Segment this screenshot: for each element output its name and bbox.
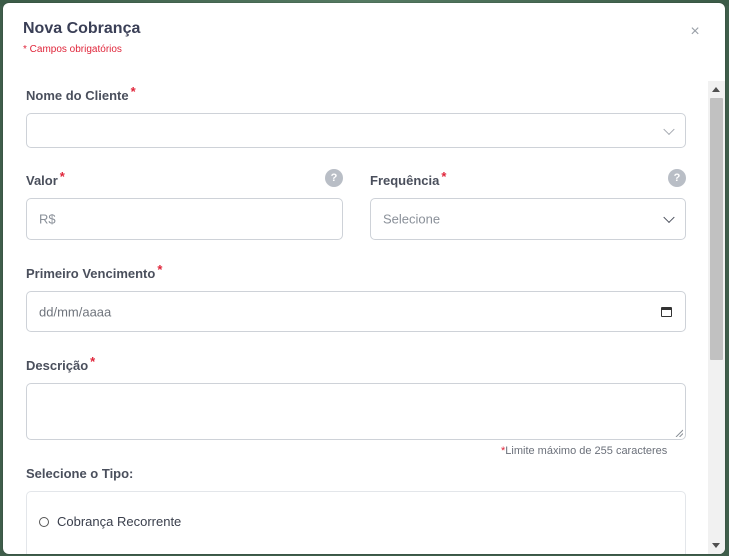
description-limit-text: Limite máximo de 255 caracteres	[505, 445, 668, 457]
client-name-label-text: Nome do Cliente	[26, 88, 129, 103]
client-name-select[interactable]	[26, 113, 686, 148]
modal-scrollbar[interactable]	[708, 81, 725, 554]
chevron-down-icon	[663, 211, 675, 224]
value-help-icon[interactable]: ?	[325, 169, 343, 187]
calendar-icon[interactable]	[661, 306, 672, 317]
frequency-selected-value: Selecione	[383, 211, 441, 227]
type-option-card[interactable]: Cobrança Recorrente	[26, 491, 686, 554]
chevron-down-icon	[663, 123, 675, 135]
scroll-up-arrow-icon[interactable]	[712, 87, 720, 92]
recurring-charge-radio[interactable]	[39, 517, 49, 527]
description-label-text: Descrição	[26, 358, 89, 373]
required-marker: *	[157, 262, 163, 277]
modal-header: Nova Cobrança * Campos obrigatórios ×	[3, 3, 725, 81]
resize-handle-icon[interactable]	[675, 429, 683, 437]
value-placeholder: R$	[39, 211, 56, 227]
description-textarea[interactable]	[26, 383, 686, 440]
description-limit-note: *Limite máximo de 255 caracteres	[501, 445, 667, 457]
required-marker: *	[441, 169, 447, 184]
recurring-charge-label[interactable]: Cobrança Recorrente	[57, 514, 181, 529]
modal-body: Nome do Cliente * Valor * ? R$ Frequência *…	[3, 81, 708, 554]
value-input[interactable]: R$	[26, 198, 343, 240]
new-charge-modal: Nova Cobrança * Campos obrigatórios × No…	[3, 3, 725, 554]
first-due-date-label: Primeiro Vencimento *	[26, 262, 162, 281]
required-marker: *	[59, 169, 65, 184]
value-label-text: Valor	[26, 173, 58, 188]
value-label: Valor *	[26, 169, 65, 188]
required-marker: *	[130, 84, 136, 99]
description-label: Descrição *	[26, 354, 95, 373]
frequency-label: Frequência *	[370, 169, 446, 188]
frequency-label-text: Frequência	[370, 173, 440, 188]
required-marker: *	[90, 354, 96, 369]
first-due-date-input[interactable]: dd/mm/aaaa	[26, 291, 686, 332]
type-label: Selecione o Tipo:	[26, 466, 134, 481]
close-icon[interactable]: ×	[686, 23, 704, 41]
required-fields-note: * Campos obrigatórios	[23, 44, 122, 55]
modal-title: Nova Cobrança	[23, 20, 141, 37]
client-name-label: Nome do Cliente *	[26, 84, 136, 103]
scroll-down-arrow-icon[interactable]	[712, 543, 720, 548]
frequency-select[interactable]: Selecione	[370, 198, 686, 240]
first-due-date-label-text: Primeiro Vencimento	[26, 266, 156, 281]
date-placeholder: dd/mm/aaaa	[39, 304, 112, 319]
frequency-help-icon[interactable]: ?	[668, 169, 686, 187]
scrollbar-thumb[interactable]	[710, 98, 723, 360]
